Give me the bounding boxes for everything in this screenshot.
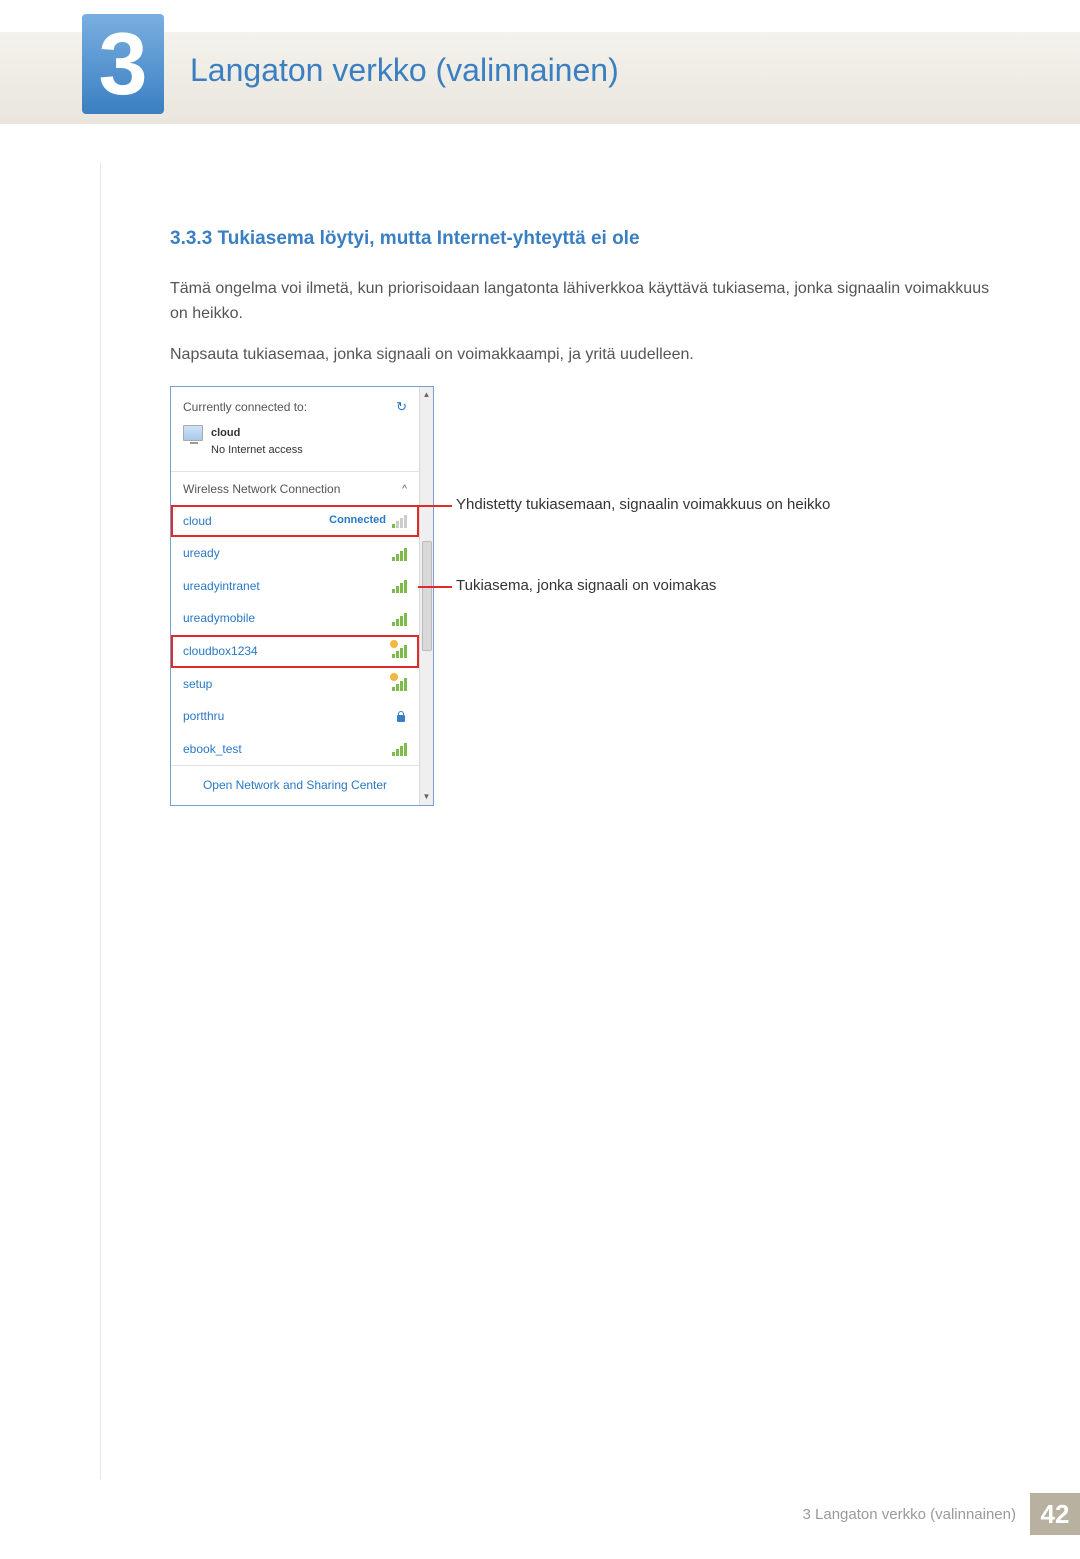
- signal-icon: [392, 742, 407, 756]
- network-item-ureadymobile[interactable]: ureadymobile: [171, 602, 419, 635]
- paragraph-1: Tämä ongelma voi ilmetä, kun priorisoida…: [170, 277, 992, 327]
- callouts: Yhdistetty tukiasemaan, signaalin voimak…: [456, 386, 830, 596]
- callout-weak-signal: Yhdistetty tukiasemaan, signaalin voimak…: [456, 494, 830, 515]
- signal-icon: [392, 514, 407, 528]
- leader-line-1: [418, 505, 452, 507]
- section-heading: 3.3.3 Tukiasema löytyi, mutta Internet-y…: [170, 224, 992, 253]
- lock-icon: [395, 711, 407, 723]
- chapter-number-box: 3: [82, 14, 164, 114]
- network-item-ureadyintranet[interactable]: ureadyintranet: [171, 570, 419, 603]
- chapter-header: 3 Langaton verkko (valinnainen): [0, 32, 1080, 124]
- network-item-portthru[interactable]: portthru: [171, 700, 419, 733]
- chapter-number: 3: [99, 13, 148, 115]
- open-network-center-link[interactable]: Open Network and Sharing Center: [171, 765, 419, 805]
- page-number: 42: [1030, 1493, 1080, 1535]
- signal-icon: [392, 677, 407, 691]
- page-footer: 3 Langaton verkko (valinnainen) 42: [803, 1493, 1080, 1535]
- network-item-ebook-test[interactable]: ebook_test: [171, 733, 419, 766]
- vertical-rule: [100, 162, 101, 1479]
- signal-icon: [392, 547, 407, 561]
- refresh-icon[interactable]: ↻: [396, 397, 407, 417]
- network-item-cloud[interactable]: cloud Connected: [171, 505, 419, 538]
- chapter-title: Langaton verkko (valinnainen): [190, 52, 619, 89]
- figure-row: Currently connected to: ↻ cloud No Inter…: [170, 386, 992, 806]
- footer-label: 3 Langaton verkko (valinnainen): [803, 1506, 1030, 1523]
- currently-connected-label: Currently connected to:: [183, 398, 307, 417]
- callout-strong-signal: Tukiasema, jonka signaali on voimakas: [456, 575, 830, 596]
- scrollbar[interactable]: ▲ ▼: [419, 387, 433, 805]
- leader-line-2: [418, 586, 452, 588]
- scroll-down-button[interactable]: ▼: [421, 791, 433, 803]
- network-list: cloud Connected uready ureadyintranet: [171, 505, 419, 766]
- network-top-section: Currently connected to: ↻ cloud No Inter…: [171, 387, 419, 467]
- current-connection[interactable]: cloud No Internet access: [183, 425, 407, 459]
- network-item-uready[interactable]: uready: [171, 537, 419, 570]
- current-network-name: cloud: [211, 425, 303, 442]
- network-flyout: Currently connected to: ↻ cloud No Inter…: [170, 386, 434, 806]
- scroll-thumb[interactable]: [422, 541, 432, 651]
- current-network-status: No Internet access: [211, 444, 303, 456]
- network-item-cloudbox1234[interactable]: cloudbox1234: [171, 635, 419, 668]
- wireless-section-label: Wireless Network Connection: [183, 480, 340, 499]
- connected-status: Connected: [329, 512, 386, 529]
- paragraph-2: Napsauta tukiasemaa, jonka signaali on v…: [170, 343, 992, 368]
- signal-icon: [392, 644, 407, 658]
- signal-icon: [392, 612, 407, 626]
- chevron-up-icon: ^: [402, 482, 407, 498]
- monitor-icon: [183, 425, 203, 441]
- signal-icon: [392, 579, 407, 593]
- wireless-section-header[interactable]: Wireless Network Connection ^: [171, 472, 419, 505]
- scroll-up-button[interactable]: ▲: [421, 389, 433, 401]
- page-content: 3.3.3 Tukiasema löytyi, mutta Internet-y…: [0, 124, 1080, 806]
- network-item-setup[interactable]: setup: [171, 668, 419, 701]
